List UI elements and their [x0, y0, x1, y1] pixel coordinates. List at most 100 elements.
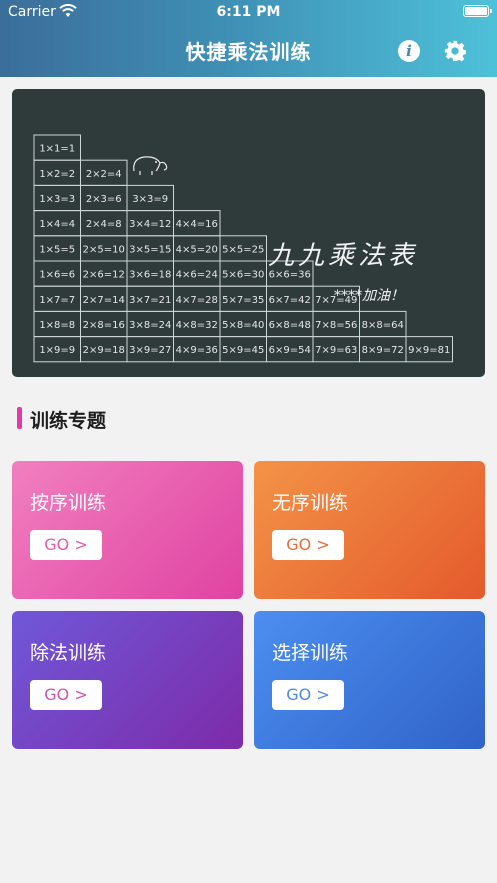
- svg-text:4×9=36: 4×9=36: [176, 345, 218, 356]
- svg-text:5×8=40: 5×8=40: [222, 320, 264, 331]
- svg-text:5×9=45: 5×9=45: [222, 345, 264, 356]
- multiplication-table: 1×1=1 1×2=2 2×2=4 1×3=3 2×3=6 3×3=9 1×4=4 2×4=8…: [33, 134, 453, 363]
- svg-text:4×4=16: 4×4=16: [176, 219, 218, 230]
- svg-text:7×8=56: 7×8=56: [315, 320, 357, 331]
- table-cell: 4×6=24: [173, 260, 221, 287]
- svg-text:1×3=3: 1×3=3: [39, 194, 75, 205]
- table-cell: 2×7=14: [80, 285, 128, 312]
- table-cell: 2×5=10: [80, 235, 128, 262]
- go-button[interactable]: GO >: [30, 680, 102, 710]
- gear-icon[interactable]: [444, 40, 466, 62]
- page-title: 快捷乘法训练: [185, 40, 312, 64]
- svg-text:1×2=2: 1×2=2: [39, 169, 75, 180]
- table-cell: 2×3=6: [80, 184, 128, 212]
- table-cell: 1×8=8: [33, 310, 81, 338]
- table-cell: 1×3=3: [33, 184, 81, 212]
- banner-subtitle: ****加油！: [334, 288, 404, 304]
- table-cell: 1×1=1: [33, 134, 81, 161]
- table-cell: 5×8=40: [219, 310, 267, 338]
- svg-text:3×3=9: 3×3=9: [132, 194, 168, 205]
- table-cell: 2×2=4: [80, 159, 128, 186]
- svg-text:8×9=72: 8×9=72: [362, 345, 404, 356]
- svg-text:3×9=27: 3×9=27: [129, 345, 171, 356]
- card-label: 选择训练: [272, 642, 349, 664]
- card-sequential-training[interactable]: 按序训练 GO >: [12, 461, 243, 599]
- table-cell: 6×9=54: [266, 336, 314, 363]
- svg-text:4×6=24: 4×6=24: [176, 270, 218, 281]
- table-cell: 5×7=35: [219, 285, 267, 312]
- svg-text:8×8=64: 8×8=64: [362, 320, 404, 331]
- svg-text:1×4=4: 1×4=4: [39, 219, 75, 230]
- multiplication-table-banner: 1×1=1 1×2=2 2×2=4 1×3=3 2×3=6 3×3=9 1×4=4 2×4=8…: [12, 89, 485, 377]
- table-cell: 2×6=12: [80, 260, 128, 287]
- table-cell: 5×5=25: [219, 235, 267, 262]
- table-cell: 1×5=5: [33, 235, 81, 262]
- card-label: 除法训练: [30, 642, 107, 664]
- table-cell: 2×4=8: [80, 210, 128, 237]
- table-cell: 3×5=15: [126, 235, 174, 262]
- svg-text:6×9=54: 6×9=54: [269, 345, 311, 356]
- go-button[interactable]: GO >: [272, 680, 344, 710]
- svg-text:2×6=12: 2×6=12: [83, 270, 125, 281]
- svg-text:1×9=9: 1×9=9: [39, 345, 75, 356]
- info-icon[interactable]: i: [398, 40, 420, 62]
- go-button[interactable]: GO >: [30, 530, 102, 560]
- table-cell: 8×9=72: [359, 336, 407, 363]
- svg-text:2×5=10: 2×5=10: [83, 244, 125, 255]
- svg-text:1×5=5: 1×5=5: [39, 244, 75, 255]
- svg-text:3×4=12: 3×4=12: [129, 219, 171, 230]
- table-cell: 3×7=21: [126, 285, 174, 312]
- table-cell: 4×7=28: [173, 285, 221, 312]
- status-time: 6:11 PM: [216, 4, 281, 20]
- svg-text:1×7=7: 1×7=7: [39, 295, 75, 306]
- table-cell: 7×9=63: [312, 336, 360, 363]
- card-random-training[interactable]: 无序训练 GO >: [254, 461, 485, 599]
- table-cell: 2×8=16: [80, 310, 128, 338]
- svg-text:2×8=16: 2×8=16: [83, 320, 125, 331]
- svg-text:6×7=42: 6×7=42: [269, 295, 311, 306]
- card-label: 按序训练: [30, 492, 107, 514]
- go-button[interactable]: GO >: [272, 530, 344, 560]
- table-cell: 5×6=30: [219, 260, 267, 287]
- svg-text:5×5=25: 5×5=25: [222, 244, 264, 255]
- svg-text:4×7=28: 4×7=28: [176, 295, 218, 306]
- svg-text:2×2=4: 2×2=4: [86, 169, 122, 180]
- svg-text:5×7=35: 5×7=35: [222, 295, 264, 306]
- table-cell: 2×9=18: [80, 336, 128, 363]
- svg-text:4×8=32: 4×8=32: [176, 320, 218, 331]
- svg-text:2×7=14: 2×7=14: [83, 295, 125, 306]
- table-cell: 4×5=20: [173, 235, 221, 262]
- table-cell: 1×9=9: [33, 336, 81, 363]
- status-bar: Carrier 6:11 PM: [0, 0, 497, 24]
- table-cell: 6×8=48: [266, 310, 314, 338]
- table-cell: 3×9=27: [126, 336, 174, 363]
- table-cell: 9×9=81: [405, 336, 453, 363]
- table-cell: 3×4=12: [126, 210, 174, 237]
- table-cell: 4×4=16: [173, 210, 221, 237]
- svg-text:1×6=6: 1×6=6: [39, 270, 75, 281]
- table-cell: 7×8=56: [312, 310, 360, 338]
- svg-text:7×9=63: 7×9=63: [315, 345, 357, 356]
- table-cell: 3×6=18: [126, 260, 174, 287]
- card-label: 无序训练: [272, 492, 349, 514]
- table-cell: 1×4=4: [33, 210, 81, 237]
- section-title: 训练专题: [30, 410, 107, 432]
- table-cell: 3×3=9: [126, 184, 174, 212]
- svg-text:1×8=8: 1×8=8: [39, 320, 75, 331]
- table-cell: 4×8=32: [173, 310, 221, 338]
- svg-text:3×7=21: 3×7=21: [129, 295, 171, 306]
- table-cell: 1×7=7: [33, 285, 81, 312]
- svg-text:1×1=1: 1×1=1: [39, 144, 75, 155]
- table-cell: 5×9=45: [219, 336, 267, 363]
- table-cell: 4×9=36: [173, 336, 221, 363]
- table-cell: 1×6=6: [33, 260, 81, 287]
- elephant-doodle-icon: [133, 156, 168, 175]
- svg-text:5×6=30: 5×6=30: [222, 270, 264, 281]
- svg-text:6×8=48: 6×8=48: [269, 320, 311, 331]
- section-accent-bar: [17, 407, 22, 429]
- svg-text:3×5=15: 3×5=15: [129, 244, 171, 255]
- card-division-training[interactable]: 除法训练 GO >: [12, 611, 243, 749]
- card-choice-training[interactable]: 选择训练 GO >: [254, 611, 485, 749]
- table-cell: 8×8=64: [359, 310, 407, 338]
- svg-text:2×3=6: 2×3=6: [86, 194, 122, 205]
